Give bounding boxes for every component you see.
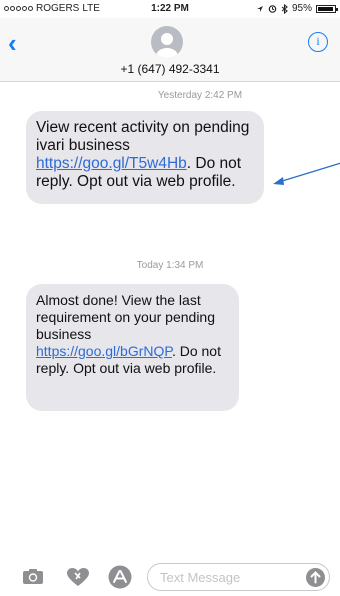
conversation-header: ‹ +1 (647) 492-3341 i <box>0 18 340 82</box>
message-timestamp: Today 1:34 PM <box>0 260 340 271</box>
timestamp-day: Yesterday <box>157 90 203 101</box>
message-timestamp: Yesterday 2:42 PM <box>0 90 340 101</box>
status-bar: ROGERS LTE 1:22 PM 95% <box>0 0 340 18</box>
avatar[interactable] <box>151 26 183 58</box>
timestamp-time: 2:42 PM <box>204 90 243 101</box>
message-input[interactable] <box>160 569 300 586</box>
alarm-icon <box>268 5 277 13</box>
location-icon <box>256 5 263 12</box>
app-store-icon[interactable] <box>108 565 132 589</box>
message-text: View recent activity on pending ivari bu… <box>36 119 250 154</box>
bluetooth-icon <box>281 3 288 14</box>
message-composer <box>0 560 340 596</box>
message-link[interactable]: https://goo.gl/bGrNQP <box>36 343 172 359</box>
battery-icon <box>316 4 338 13</box>
person-icon <box>156 33 178 58</box>
chevron-left-icon[interactable]: ‹ <box>8 30 17 56</box>
battery-percent: 95% <box>291 3 312 14</box>
battery-fill <box>318 6 334 11</box>
received-message-bubble[interactable]: Almost done! View the last requirement o… <box>26 284 239 411</box>
contact-number[interactable]: +1 (647) 492-3341 <box>0 62 340 76</box>
received-message-bubble[interactable]: View recent activity on pending ivari bu… <box>26 111 264 204</box>
info-icon[interactable]: i <box>308 32 328 52</box>
message-text: Almost done! View the last requirement o… <box>36 292 216 342</box>
timestamp-day: Today <box>136 260 164 271</box>
annotation-arrow-icon <box>273 162 340 185</box>
message-link[interactable]: https://goo.gl/T5w4Hb <box>36 155 187 172</box>
message-text-field[interactable] <box>147 563 330 591</box>
messages-screen: ROGERS LTE 1:22 PM 95% ‹ +1 (647) 492-33… <box>0 0 340 596</box>
camera-icon[interactable] <box>22 568 44 585</box>
digital-touch-heart-icon[interactable] <box>66 567 90 587</box>
send-arrow-icon[interactable] <box>306 568 325 587</box>
timestamp-time: 1:34 PM <box>166 260 204 271</box>
status-right: 95% <box>256 3 338 14</box>
